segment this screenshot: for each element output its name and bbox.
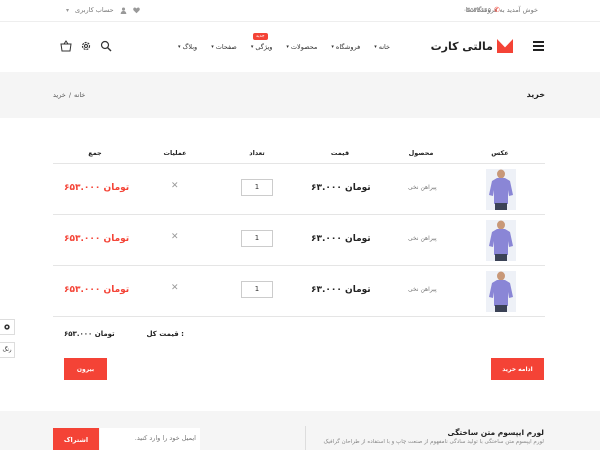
nav-item-shop[interactable]: ▾ فروشگاه [331,43,360,51]
product-image[interactable] [486,271,516,312]
heart-icon[interactable] [132,7,140,14]
product-price: ۶۳.۰۰۰ تومان [311,285,371,295]
top-bar: خوش آمدید به فروشگاه ما ۰۳۵۳۶۶۶۵ ✆ ▾ حسا… [0,0,600,22]
cart-row: پیراهن نخی ۶۳.۰۰۰ تومان 1 ✕ ۶۵۳.۰۰۰ توما… [53,266,545,317]
column-product: محصول [408,149,434,157]
search-icon[interactable] [100,40,112,52]
main-nav: ▾ خانه ▾ فروشگاه ▾ محصولات جدید ▾ ویژگی ▾ صفحا… [178,33,390,51]
remove-icon[interactable]: ✕ [171,283,179,293]
breadcrumb-separator: / [68,91,72,99]
product-image[interactable] [486,220,516,261]
column-total: جمع [88,149,102,157]
header-icons [60,40,112,52]
gear-icon[interactable] [80,40,92,52]
column-price: قیمت [330,149,350,157]
remove-icon[interactable]: ✕ [171,232,179,242]
column-actions: عملیات [163,149,187,157]
grand-total-value: ۶۵۳.۰۰۰ تومان [64,330,115,338]
cart-table: عکس محصول قیمت تعداد عملیات جمع پیراهن ن… [53,140,545,317]
newsletter-title: لورم ایپسوم متن ساختگی [447,428,544,437]
page-title: خرید [526,90,545,99]
newsletter-section: لورم ایپسوم متن ساختگی لورم ایپسوم متن س… [0,411,600,450]
cart-table-header: عکس محصول قیمت تعداد عملیات جمع [53,140,545,164]
column-image: عکس [491,149,509,157]
quantity-input[interactable]: 1 [241,281,273,298]
product-name[interactable]: پیراهن نخی [408,286,437,293]
product-name[interactable]: پیراهن نخی [408,235,437,242]
cart-row: پیراهن نخی ۶۳.۰۰۰ تومان 1 ✕ ۶۵۳.۰۰۰ توما… [53,164,545,215]
quantity-input[interactable]: 1 [241,230,273,247]
checkout-button[interactable]: بیرون [64,358,107,380]
phone-number: ۰۳۵۳۶۶۶۵ [463,6,492,14]
color-panel-toggle[interactable]: رنگ [0,342,15,358]
settings-panel-toggle[interactable] [0,319,15,335]
grand-total: قیمت کل : ۶۵۳.۰۰۰ تومان [64,329,184,343]
gear-icon [4,324,10,330]
menu-icon[interactable] [533,41,544,51]
row-total: ۶۵۳.۰۰۰ تومان [64,234,130,244]
breadcrumb: خانه / خرید [53,91,85,99]
cart-row: پیراهن نخی ۶۳.۰۰۰ تومان 1 ✕ ۶۵۳.۰۰۰ توما… [53,215,545,266]
row-total: ۶۵۳.۰۰۰ تومان [64,285,130,295]
nav-item-pages[interactable]: ▾ صفحات [211,43,237,51]
page-title-bar: خرید خانه / خرید [0,72,600,118]
breadcrumb-current: خرید [53,91,66,99]
phone-info: ۰۳۵۳۶۶۶۵ ✆ [463,6,500,14]
product-price: ۶۳.۰۰۰ تومان [311,183,371,193]
product-image[interactable] [486,169,516,210]
newsletter-description: لورم ایپسوم متن ساختگی با تولید سادگی نا… [323,439,544,445]
nav-item-home[interactable]: ▾ خانه [374,43,390,51]
column-quantity: تعداد [249,149,265,157]
product-price: ۶۳.۰۰۰ تومان [311,234,371,244]
row-total: ۶۵۳.۰۰۰ تومان [64,183,130,193]
subscribe-button[interactable]: اشتراک [53,428,99,450]
divider [305,426,306,450]
nav-item-features[interactable]: جدید ▾ ویژگی [251,33,272,51]
product-name[interactable]: پیراهن نخی [408,184,437,191]
basket-icon[interactable] [60,40,72,52]
continue-shopping-button[interactable]: ادامه خرید [491,358,544,380]
user-icon [120,7,127,14]
logo[interactable]: مالتی کارت [431,39,513,53]
new-badge: جدید [252,33,268,40]
remove-icon[interactable]: ✕ [171,181,179,191]
phone-icon: ✆ [494,6,500,14]
logo-mark-icon [497,39,513,53]
logo-text: مالتی کارت [430,39,493,53]
email-field[interactable]: ایمیل خود را وارد کنید. [100,428,200,450]
nav-item-products[interactable]: ▾ محصولات [286,43,317,51]
breadcrumb-home[interactable]: خانه [74,91,85,99]
account-label: حساب کاربری [75,6,114,14]
grand-total-label: قیمت کل : [146,330,184,338]
chevron-down-icon: ▾ [66,6,70,14]
nav-item-blog[interactable]: ▾ وبلاگ [178,43,197,51]
quantity-input[interactable]: 1 [241,179,273,196]
account-menu[interactable]: ▾ حساب کاربری [66,6,140,14]
main-header: مالتی کارت ▾ خانه ▾ فروشگاه ▾ محصولات جدید ▾… [0,22,600,72]
